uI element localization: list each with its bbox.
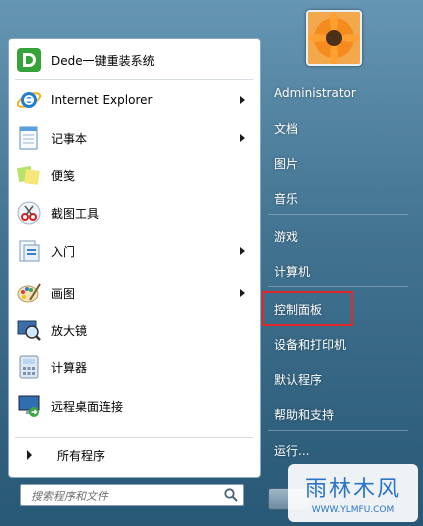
default-programs-link[interactable]: 默认程序	[262, 365, 410, 393]
submenu-arrow-icon[interactable]	[240, 134, 245, 142]
right-item-label: 运行...	[274, 443, 310, 458]
computer-link[interactable]: 计算机	[262, 257, 410, 285]
app-item-remote-desktop[interactable]: 远程桌面连接	[13, 389, 253, 423]
app-label: 放大镜	[51, 323, 88, 338]
right-item-label: 帮助和支持	[274, 407, 335, 422]
devices-printers-link[interactable]: 设备和打印机	[262, 330, 410, 358]
all-programs-label: 所有程序	[57, 448, 106, 463]
app-item-notepad[interactable]: 记事本	[13, 121, 253, 155]
paint-icon	[15, 279, 43, 307]
snipping-tool-icon	[15, 199, 43, 227]
app-label: 截图工具	[51, 206, 100, 221]
app-item-internet-explorer[interactable]: Internet Explorer	[13, 83, 253, 117]
all-programs-button[interactable]: 所有程序	[17, 443, 255, 467]
app-item-calculator[interactable]: 计算器	[13, 350, 253, 384]
control-panel-highlight	[262, 291, 353, 326]
documents-link[interactable]: 文档	[262, 114, 410, 142]
orange-flower-image	[308, 12, 360, 64]
app-label: 画图	[51, 286, 76, 301]
user-picture[interactable]	[306, 10, 362, 66]
right-item-label: 计算机	[274, 264, 311, 279]
triangle-right-icon	[27, 450, 32, 460]
calculator-icon	[15, 353, 43, 381]
run-link[interactable]: 运行...	[262, 436, 410, 464]
start-menu: Dede一键重装系统 Internet Explorer 记事本 便笺 截图工具…	[0, 0, 423, 526]
right-item-label: 音乐	[274, 191, 299, 206]
submenu-arrow-icon[interactable]	[240, 96, 245, 104]
app-label: 记事本	[51, 131, 88, 146]
app-item-dede[interactable]: Dede一键重装系统	[13, 43, 253, 77]
app-label: Dede一键重装系统	[51, 53, 155, 68]
right-item-label: 设备和打印机	[274, 337, 347, 352]
watermark-title: 雨林木风	[304, 477, 401, 502]
remote-desktop-icon	[15, 392, 43, 420]
app-label: Internet Explorer	[51, 93, 153, 107]
app-item-paint[interactable]: 画图	[13, 276, 253, 310]
getting-started-icon	[15, 237, 43, 265]
app-label: 便笺	[51, 168, 76, 183]
right-item-label: 游戏	[274, 229, 299, 244]
pictures-link[interactable]: 图片	[262, 149, 410, 177]
right-item-label: 默认程序	[274, 372, 323, 387]
divider	[15, 79, 253, 80]
app-label: 远程桌面连接	[51, 399, 124, 414]
search-icon[interactable]	[223, 487, 239, 503]
divider	[268, 286, 408, 287]
internet-explorer-icon	[15, 86, 43, 114]
site-watermark: 雨林木风 WWW.YLMFU.COM	[288, 464, 418, 522]
right-item-label: 图片	[274, 156, 299, 171]
submenu-arrow-icon[interactable]	[240, 247, 245, 255]
program-list-panel: Dede一键重装系统 Internet Explorer 记事本 便笺 截图工具…	[8, 38, 261, 478]
divider	[268, 214, 408, 215]
user-name-link[interactable]: Administrator	[262, 79, 410, 107]
notepad-icon	[15, 124, 43, 152]
app-label: 计算器	[51, 360, 88, 375]
magnifier-icon	[15, 316, 43, 344]
search-input[interactable]	[29, 487, 223, 505]
sticky-notes-icon	[15, 161, 43, 189]
search-field[interactable]	[20, 484, 244, 506]
divider	[15, 437, 253, 438]
music-link[interactable]: 音乐	[262, 184, 410, 212]
app-item-sticky-notes[interactable]: 便笺	[13, 158, 253, 192]
app-label: 入门	[51, 244, 76, 259]
help-support-link[interactable]: 帮助和支持	[262, 400, 410, 428]
submenu-arrow-icon[interactable]	[240, 289, 245, 297]
green-d-app-icon	[15, 46, 43, 74]
app-item-snipping-tool[interactable]: 截图工具	[13, 196, 253, 230]
watermark-url: WWW.YLMFU.COM	[311, 505, 395, 515]
app-item-magnifier[interactable]: 放大镜	[13, 313, 253, 347]
app-item-getting-started[interactable]: 入门	[13, 234, 253, 268]
divider	[268, 430, 408, 431]
right-item-label: Administrator	[274, 86, 356, 100]
games-link[interactable]: 游戏	[262, 222, 410, 250]
right-item-label: 文档	[274, 121, 299, 136]
